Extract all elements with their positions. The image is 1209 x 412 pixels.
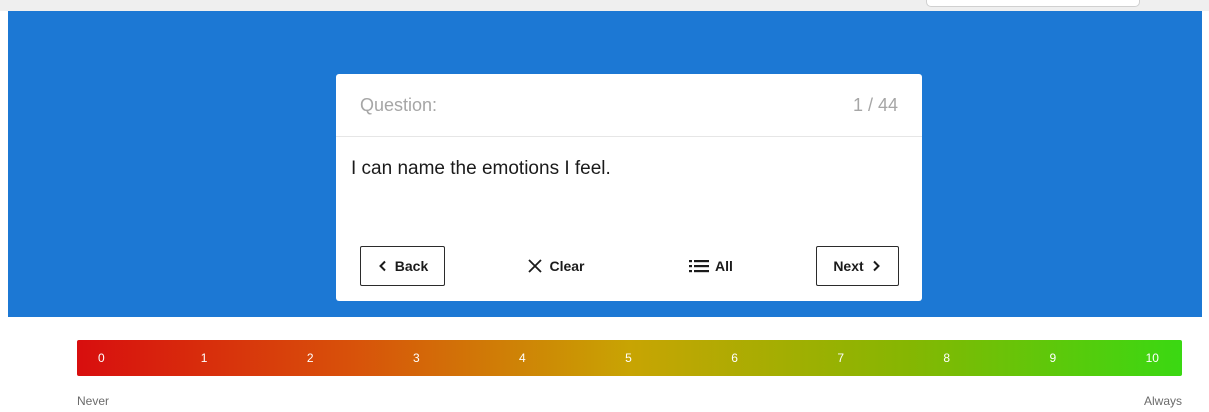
back-button-label: Back bbox=[394, 258, 429, 274]
scale-option-3[interactable]: 3 bbox=[363, 340, 469, 376]
scale-option-0[interactable]: 0 bbox=[77, 340, 151, 376]
scale-option-2[interactable]: 2 bbox=[257, 340, 363, 376]
chevron-right-icon bbox=[870, 260, 882, 272]
rating-scale: 0 1 2 3 4 5 6 7 8 9 10 bbox=[77, 340, 1182, 376]
back-button[interactable]: Back bbox=[360, 246, 445, 286]
all-button-label: All bbox=[715, 258, 733, 274]
question-text: I can name the emotions I feel. bbox=[351, 158, 611, 179]
question-card-header: Question: 1 / 44 bbox=[336, 74, 922, 137]
all-questions-button[interactable]: All bbox=[683, 246, 739, 286]
question-counter: 1 / 44 bbox=[852, 95, 898, 115]
clear-button[interactable]: Clear bbox=[522, 246, 590, 286]
scale-option-4[interactable]: 4 bbox=[469, 340, 575, 376]
question-label: Question: bbox=[360, 95, 438, 115]
top-tab[interactable] bbox=[926, 0, 1140, 7]
scale-max-label: Always bbox=[1143, 394, 1182, 408]
scale-option-10[interactable]: 10 bbox=[1106, 340, 1182, 376]
next-button-label: Next bbox=[833, 258, 864, 274]
scale-option-9[interactable]: 9 bbox=[1000, 340, 1106, 376]
scale-option-6[interactable]: 6 bbox=[682, 340, 788, 376]
scale-option-8[interactable]: 8 bbox=[894, 340, 1000, 376]
next-button[interactable]: Next bbox=[816, 246, 899, 286]
close-icon bbox=[527, 258, 543, 274]
browser-top-bar bbox=[0, 0, 1209, 11]
scale-min-label: Never bbox=[77, 394, 110, 408]
question-card: Question: 1 / 44 I can name the emotions… bbox=[336, 74, 922, 301]
scale-option-1[interactable]: 1 bbox=[151, 340, 257, 376]
chevron-left-icon bbox=[377, 260, 389, 272]
scale-option-5[interactable]: 5 bbox=[575, 340, 681, 376]
list-icon bbox=[689, 259, 710, 273]
clear-button-label: Clear bbox=[549, 258, 585, 274]
scale-option-7[interactable]: 7 bbox=[788, 340, 894, 376]
